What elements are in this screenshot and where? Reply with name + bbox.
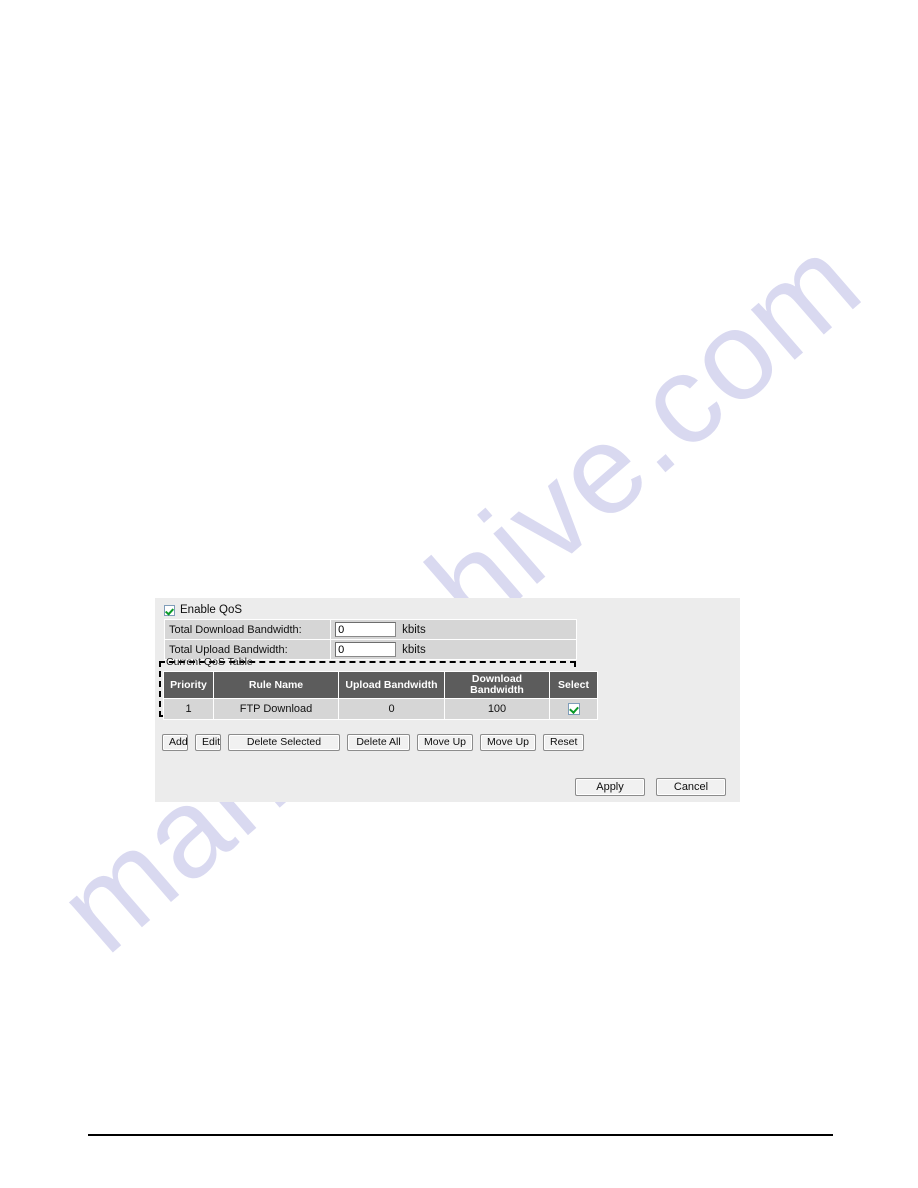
enable-qos-row[interactable]: Enable QoS bbox=[164, 603, 242, 617]
total-download-bandwidth-unit: kbits bbox=[402, 623, 426, 636]
cell-upload-bandwidth: 0 bbox=[338, 698, 445, 720]
delete-all-button[interactable]: Delete All bbox=[347, 734, 410, 751]
add-button[interactable]: Add bbox=[162, 734, 188, 751]
total-upload-bandwidth-unit: kbits bbox=[402, 643, 426, 656]
table-header-row: Priority Rule Name Upload Bandwidth Down… bbox=[163, 671, 598, 699]
cell-priority: 1 bbox=[163, 698, 214, 720]
qos-action-button-bar: Add Edit Delete Selected Delete All Move… bbox=[162, 734, 584, 751]
move-up-button[interactable]: Move Up bbox=[417, 734, 473, 751]
column-header-upload-bandwidth: Upload Bandwidth bbox=[338, 671, 445, 699]
column-header-rule-name: Rule Name bbox=[213, 671, 339, 699]
total-download-bandwidth-label: Total Download Bandwidth: bbox=[163, 619, 332, 640]
edit-button[interactable]: Edit bbox=[195, 734, 221, 751]
column-header-priority: Priority bbox=[163, 671, 214, 699]
current-qos-table-fieldset: Current QoS Table Priority Rule Name Upl… bbox=[159, 657, 598, 720]
total-download-bandwidth-input[interactable] bbox=[335, 622, 397, 637]
total-upload-bandwidth-input[interactable] bbox=[335, 642, 397, 657]
current-qos-table: Priority Rule Name Upload Bandwidth Down… bbox=[163, 671, 598, 720]
enable-qos-label: Enable QoS bbox=[180, 604, 243, 616]
move-down-button[interactable]: Move Up bbox=[480, 734, 536, 751]
delete-selected-button[interactable]: Delete Selected bbox=[228, 734, 340, 751]
cell-rule-name: FTP Download bbox=[213, 698, 339, 720]
table-row: Total Download Bandwidth: kbits bbox=[163, 619, 577, 640]
total-download-bandwidth-cell: kbits bbox=[330, 619, 577, 640]
cell-select[interactable] bbox=[549, 698, 598, 720]
watermark-text: manualshive.com bbox=[31, 209, 887, 979]
qos-settings-panel: Enable QoS Total Download Bandwidth: kbi… bbox=[155, 598, 740, 802]
page-footer-divider bbox=[88, 1134, 833, 1136]
cell-download-bandwidth: 100 bbox=[444, 698, 550, 720]
column-header-download-bandwidth: Download Bandwidth bbox=[444, 671, 550, 699]
table-row: 1 FTP Download 0 100 bbox=[163, 698, 598, 720]
enable-qos-checkbox[interactable] bbox=[164, 604, 175, 616]
form-button-bar: Apply Cancel bbox=[575, 778, 726, 796]
page-watermark: manualshive.com bbox=[0, 0, 918, 1188]
column-header-select: Select bbox=[549, 671, 598, 699]
row-select-checkbox[interactable] bbox=[567, 703, 580, 716]
current-qos-table-legend: Current QoS Table bbox=[166, 656, 253, 668]
total-upload-bandwidth-cell: kbits bbox=[330, 639, 577, 660]
apply-button[interactable]: Apply bbox=[575, 778, 645, 796]
cancel-button[interactable]: Cancel bbox=[656, 778, 726, 796]
bandwidth-settings-table: Total Download Bandwidth: kbits Total Up… bbox=[163, 619, 577, 660]
reset-button[interactable]: Reset bbox=[543, 734, 584, 751]
